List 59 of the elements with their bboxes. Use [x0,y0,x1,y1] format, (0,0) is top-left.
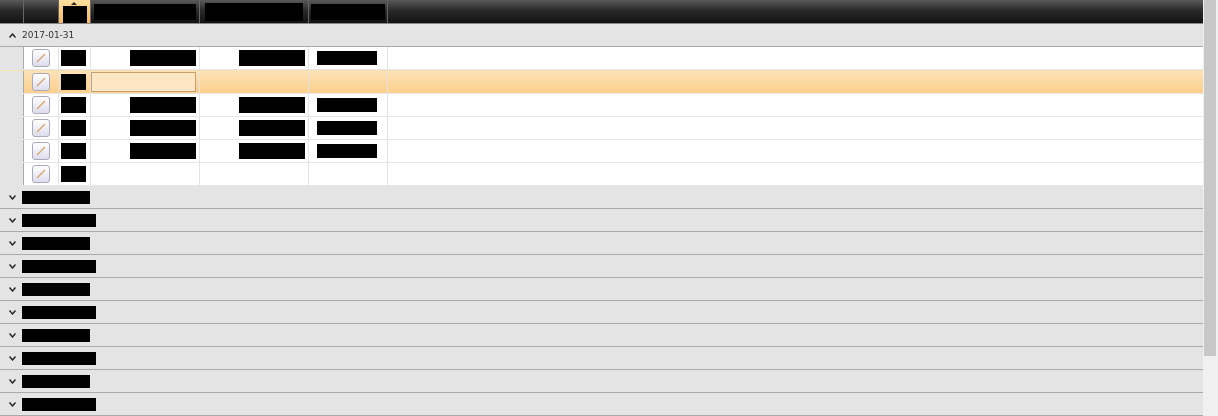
redaction-block [61,166,86,182]
redaction-block [61,120,86,136]
expand-icon [9,401,16,407]
expand-icon [9,194,16,200]
expand-icon [9,286,16,292]
pencil-icon [35,122,47,134]
group-header[interactable] [0,393,1203,416]
group-header[interactable] [0,278,1203,301]
scrollbar[interactable] [1203,0,1218,416]
redaction-block [62,6,87,23]
expand-icon [9,309,16,315]
redaction-block [61,143,86,159]
pencil-icon [35,145,47,157]
redaction-block [22,236,90,250]
redaction-block [130,50,196,66]
group-header[interactable] [0,301,1203,324]
pencil-icon [35,168,47,180]
redaction-block [239,50,305,66]
group-header[interactable] [0,347,1203,370]
table-row[interactable] [0,117,1203,140]
redaction-block [61,50,86,66]
expand-icon [9,378,16,384]
group-header[interactable] [0,209,1203,232]
group-header[interactable] [0,324,1203,347]
group-label: 2017-01-31 [22,30,75,40]
expand-icon [9,217,16,223]
redaction-block [239,120,305,136]
group-header[interactable] [0,186,1203,209]
redaction-block [317,144,377,158]
group-header[interactable] [0,232,1203,255]
redaction-block [22,374,90,388]
redaction-block [130,120,196,136]
redaction-block [317,51,377,65]
expand-icon [9,263,16,269]
redaction-block [239,97,305,113]
redaction-block [22,190,90,204]
collapse-icon [9,32,16,38]
pencil-icon [35,76,47,88]
redaction-block [317,98,377,112]
expand-icon [9,240,16,246]
redaction-block [130,143,196,159]
pencil-icon [35,52,47,64]
table-row[interactable] [0,94,1203,117]
group-header[interactable] [0,370,1203,393]
redaction-block [61,97,86,113]
expand-icon [9,355,16,361]
expand-icon [9,332,16,338]
table-row[interactable] [0,47,1203,70]
pencil-icon [35,99,47,111]
table-row[interactable] [0,140,1203,163]
group-header[interactable] [0,255,1203,278]
group-header[interactable]: 2017-01-31 [0,24,1203,47]
redaction-block [239,143,305,159]
redaction-block [22,282,90,296]
redaction-block [130,97,196,113]
redaction-block [61,74,86,90]
column-header[interactable] [59,0,91,23]
redaction-block [317,121,377,135]
redaction-block [22,328,90,342]
